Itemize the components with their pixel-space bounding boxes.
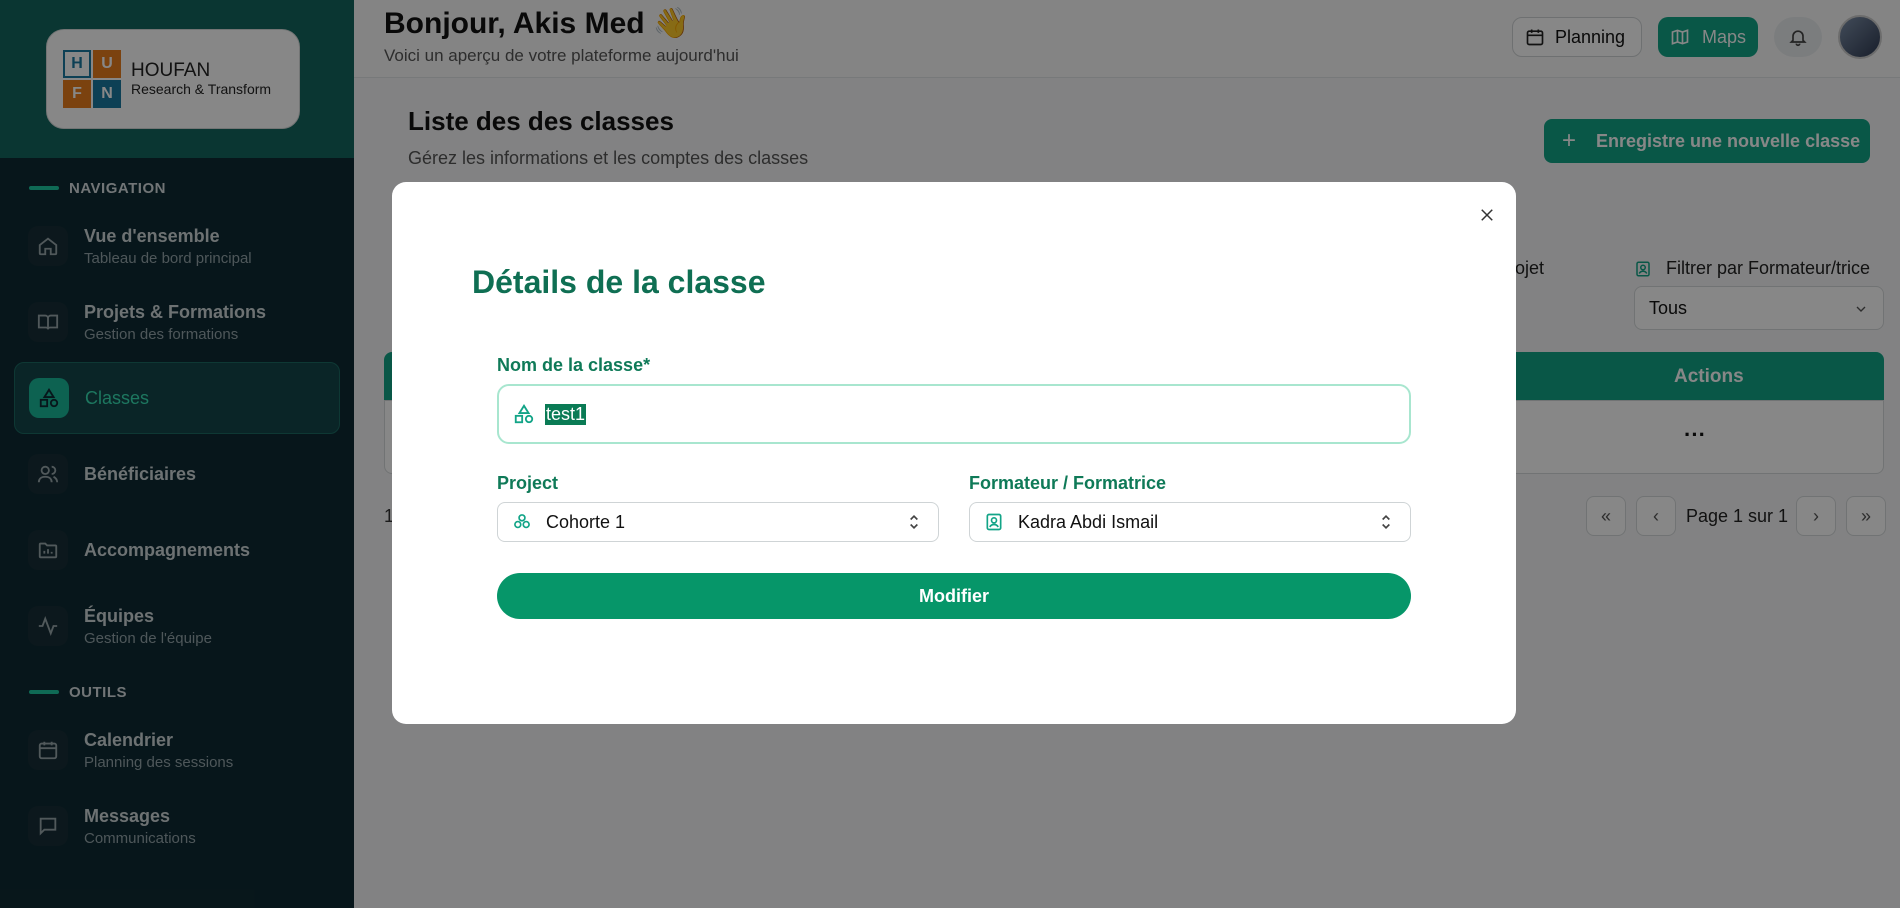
- trainer-value: Kadra Abdi Ismail: [1018, 511, 1159, 532]
- class-name-input[interactable]: test1: [497, 384, 1411, 444]
- chevron-updown-icon: [1382, 514, 1390, 530]
- project-value: Cohorte 1: [546, 511, 626, 532]
- dialog-title: Détails de la classe: [472, 264, 766, 300]
- project-select[interactable]: Cohorte 1: [497, 502, 939, 542]
- shapes-icon: [514, 404, 534, 424]
- close-icon: [1481, 209, 1493, 221]
- class-name-label: Nom de la classe*: [497, 355, 651, 375]
- project-label: Project: [497, 473, 559, 493]
- contact-icon: [986, 513, 1002, 531]
- chevron-updown-icon: [910, 514, 918, 530]
- trainer-select[interactable]: Kadra Abdi Ismail: [969, 502, 1411, 542]
- close-button[interactable]: [1474, 202, 1500, 228]
- trainer-label: Formateur / Formatrice: [969, 473, 1167, 493]
- class-name-value: test1: [545, 403, 587, 425]
- cluster-icon: [514, 514, 530, 529]
- class-details-dialog: Détails de la classe Nom de la classe* t…: [392, 182, 1516, 724]
- submit-button[interactable]: Modifier: [497, 573, 1411, 619]
